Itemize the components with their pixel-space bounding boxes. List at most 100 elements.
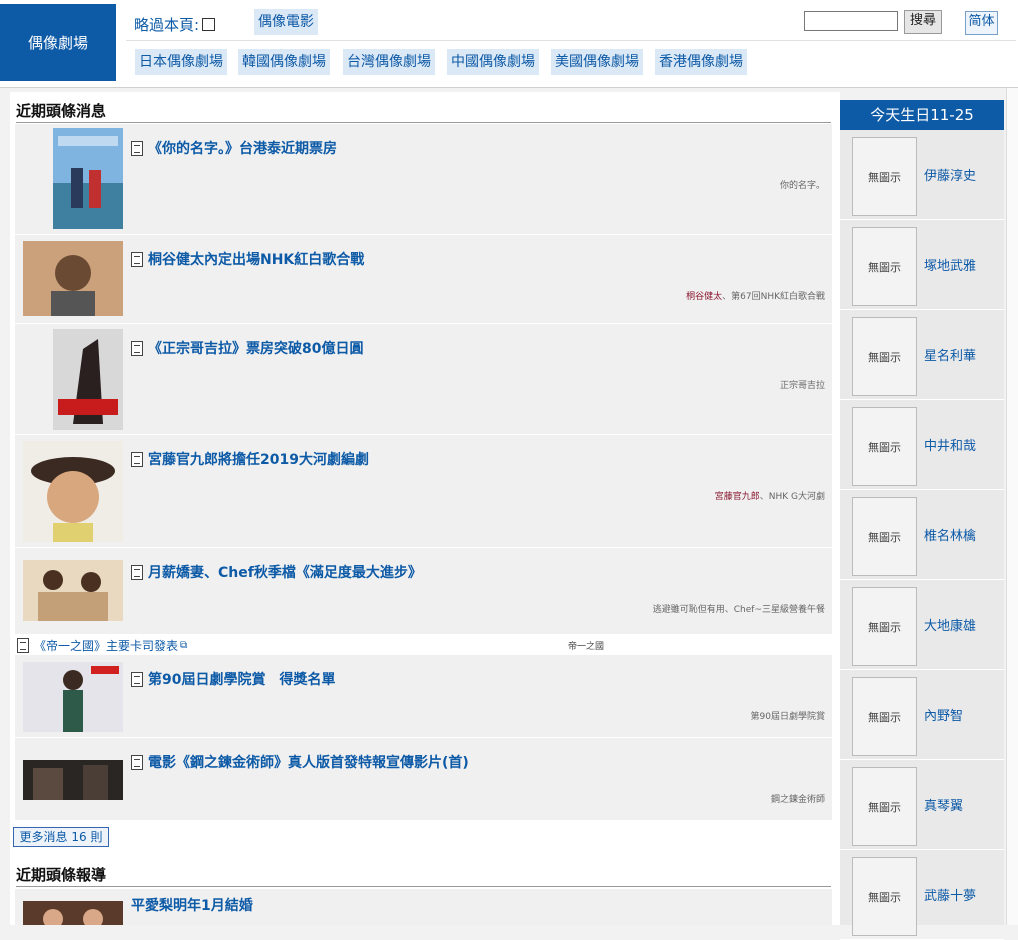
- birthday-person: 無圖示 大地康雄: [840, 581, 1004, 670]
- document-icon: [131, 251, 143, 267]
- birthday-person: 無圖示 星名利華: [840, 311, 1004, 400]
- news-item: 《正宗哥吉拉》票房突破80億日圓 正宗哥吉拉: [15, 324, 832, 435]
- news-title-link[interactable]: 《正宗哥吉拉》票房突破80億日圓: [131, 338, 363, 358]
- document-icon: [131, 754, 143, 770]
- skip-page-label: 略過本頁:: [134, 16, 200, 34]
- document-icon: [17, 638, 29, 653]
- news-tag[interactable]: 、Chef~三星級營養午餐: [725, 605, 825, 615]
- site-logo[interactable]: 偶像劇場: [0, 4, 116, 81]
- news-item: 月薪嬌妻、Chef秋季檔《滿足度最大進步》 逃避雖可恥但有用、Chef~三星級營…: [15, 548, 832, 635]
- news-title-link[interactable]: 電影《鋼之鍊金術師》真人版首發特報宣傳影片(首): [131, 752, 469, 772]
- news-tag[interactable]: 正宗哥吉拉: [780, 381, 825, 391]
- birthday-person-name[interactable]: 塚地武雅: [924, 255, 976, 274]
- no-image-placeholder[interactable]: 無圖示: [852, 677, 917, 756]
- news-tags: 宮藤官九郎、NHK G大河劇: [715, 489, 825, 502]
- news-tag-person[interactable]: 宮藤官九郎: [715, 492, 760, 502]
- birthday-person-name[interactable]: 伊藤淳史: [924, 165, 976, 184]
- more-news-button[interactable]: 更多消息 16 則: [13, 827, 109, 847]
- news-thumbnail[interactable]: [23, 241, 123, 316]
- no-image-placeholder[interactable]: 無圖示: [852, 317, 917, 396]
- news-inline-item: 《帝一之國》主要卡司發表 ⧉ 帝一之國: [15, 635, 832, 655]
- skip-page-toggle[interactable]: 略過本頁:: [134, 14, 216, 35]
- document-icon: [131, 671, 143, 687]
- tab-idol-movies[interactable]: 偶像電影: [254, 9, 318, 35]
- birthday-person-name[interactable]: 內野智: [924, 705, 963, 724]
- birthday-person-name[interactable]: 武藤十夢: [924, 885, 976, 904]
- birthday-person-name[interactable]: 中井和哉: [924, 435, 976, 454]
- no-image-placeholder[interactable]: 無圖示: [852, 767, 917, 846]
- news-item: 《你的名字。》台港泰近期票房 你的名字。: [15, 124, 832, 235]
- birthday-person: 無圖示 伊藤淳史: [840, 131, 1004, 220]
- news-tag[interactable]: 鋼之鍊金術師: [771, 795, 825, 805]
- news-thumbnail[interactable]: [23, 441, 123, 542]
- news-title-link[interactable]: 《你的名字。》台港泰近期票房: [131, 138, 337, 158]
- birthday-person: 無圖示 中井和哉: [840, 401, 1004, 490]
- no-image-placeholder[interactable]: 無圖示: [852, 137, 917, 216]
- no-image-placeholder[interactable]: 無圖示: [852, 587, 917, 666]
- birthday-title: 今天生日11-25: [840, 100, 1004, 130]
- page-scroll-gutter: [1006, 88, 1018, 925]
- birthday-sidebar: 今天生日11-25 無圖示 伊藤淳史 無圖示 塚地武雅 無圖示 星名利華 無圖示 中井和…: [840, 100, 1004, 940]
- news-thumbnail[interactable]: [53, 329, 123, 430]
- category-taiwan[interactable]: 台灣偶像劇場: [343, 49, 435, 75]
- news-tags: 桐谷健太、第67回NHK紅白歌合戰: [686, 289, 825, 302]
- no-image-placeholder[interactable]: 無圖示: [852, 497, 917, 576]
- birthday-person-name[interactable]: 大地康雄: [924, 615, 976, 634]
- birthday-person-name[interactable]: 椎名林檎: [924, 525, 976, 544]
- skip-page-checkbox[interactable]: [202, 18, 216, 31]
- category-korea[interactable]: 韓國偶像劇場: [238, 49, 330, 75]
- category-usa[interactable]: 美國偶像劇場: [551, 49, 643, 75]
- news-inline-link[interactable]: 《帝一之國》主要卡司發表 ⧉: [17, 637, 187, 654]
- news-thumbnail[interactable]: [23, 560, 123, 621]
- reports-section-title: 近期頭條報導: [16, 864, 831, 887]
- document-icon: [131, 140, 143, 156]
- header-divider: [126, 40, 1016, 41]
- news-tag[interactable]: 逃避雖可恥但有用: [653, 605, 725, 615]
- no-image-placeholder[interactable]: 無圖示: [852, 227, 917, 306]
- document-icon: [131, 564, 143, 580]
- news-tag[interactable]: 、第67回NHK紅白歌合戰: [722, 292, 825, 302]
- search-button[interactable]: 搜尋: [904, 10, 942, 34]
- news-tags: 正宗哥吉拉: [780, 378, 825, 391]
- news-tag[interactable]: 帝一之國: [568, 639, 604, 652]
- news-thumbnail[interactable]: [53, 128, 123, 229]
- news-tags: 逃避雖可恥但有用、Chef~三星級營養午餐: [653, 602, 825, 615]
- no-image-placeholder[interactable]: 無圖示: [852, 407, 917, 486]
- news-item: 第90屆日劇學院賞 得獎名單 第90屆日劇學院賞: [15, 655, 832, 738]
- category-china[interactable]: 中國偶像劇場: [447, 49, 539, 75]
- news-title-link[interactable]: 月薪嬌妻、Chef秋季檔《滿足度最大進步》: [131, 562, 422, 582]
- main-content: 近期頭條消息 《你的名字。》台港泰近期票房 你的名字。 桐谷健太內定出場NHK紅…: [10, 92, 840, 925]
- news-item: 桐谷健太內定出場NHK紅白歌合戰 桐谷健太、第67回NHK紅白歌合戰: [15, 235, 832, 324]
- document-icon: [131, 340, 143, 356]
- birthday-person: 無圖示 塚地武雅: [840, 221, 1004, 310]
- birthday-person: 無圖示 真琴翼: [840, 761, 1004, 850]
- news-title-link[interactable]: 桐谷健太內定出場NHK紅白歌合戰: [131, 249, 364, 269]
- news-thumbnail[interactable]: [23, 760, 123, 800]
- top-header: 偶像劇場 略過本頁: 偶像電影 搜尋 简体 日本偶像劇場 韓國偶像劇場 台灣偶像…: [0, 0, 1018, 88]
- news-tags: 第90屆日劇學院賞: [751, 709, 825, 722]
- news-tags: 鋼之鍊金術師: [771, 792, 825, 805]
- news-title-link[interactable]: 宮藤官九郎將擔任2019大河劇編劇: [131, 449, 369, 469]
- category-japan[interactable]: 日本偶像劇場: [135, 49, 227, 75]
- news-item: 宮藤官九郎將擔任2019大河劇編劇 宮藤官九郎、NHK G大河劇: [15, 435, 832, 548]
- document-icon: [131, 451, 143, 467]
- news-thumbnail[interactable]: [23, 662, 123, 732]
- no-image-placeholder[interactable]: 無圖示: [852, 857, 917, 936]
- category-hongkong[interactable]: 香港偶像劇場: [655, 49, 747, 75]
- external-link-icon: ⧉: [180, 640, 188, 651]
- news-tag[interactable]: 你的名字。: [780, 181, 825, 191]
- news-section-title: 近期頭條消息: [16, 100, 831, 123]
- news-tag[interactable]: 、NHK G大河劇: [760, 492, 825, 502]
- news-tag-person[interactable]: 桐谷健太: [686, 292, 722, 302]
- news-title-link[interactable]: 第90屆日劇學院賞 得獎名單: [131, 669, 335, 689]
- report-thumbnail[interactable]: [23, 901, 123, 925]
- birthday-person-name[interactable]: 真琴翼: [924, 795, 963, 814]
- birthday-person: 無圖示 內野智: [840, 671, 1004, 760]
- news-tag[interactable]: 第90屆日劇學院賞: [751, 712, 825, 722]
- news-tags: 你的名字。: [780, 178, 825, 191]
- birthday-person-name[interactable]: 星名利華: [924, 345, 976, 364]
- birthday-person: 無圖示 武藤十夢: [840, 851, 1004, 940]
- search-input[interactable]: [804, 11, 898, 31]
- report-title-link[interactable]: 平愛梨明年1月結婚: [131, 895, 253, 915]
- simplified-chinese-button[interactable]: 简体: [965, 11, 998, 35]
